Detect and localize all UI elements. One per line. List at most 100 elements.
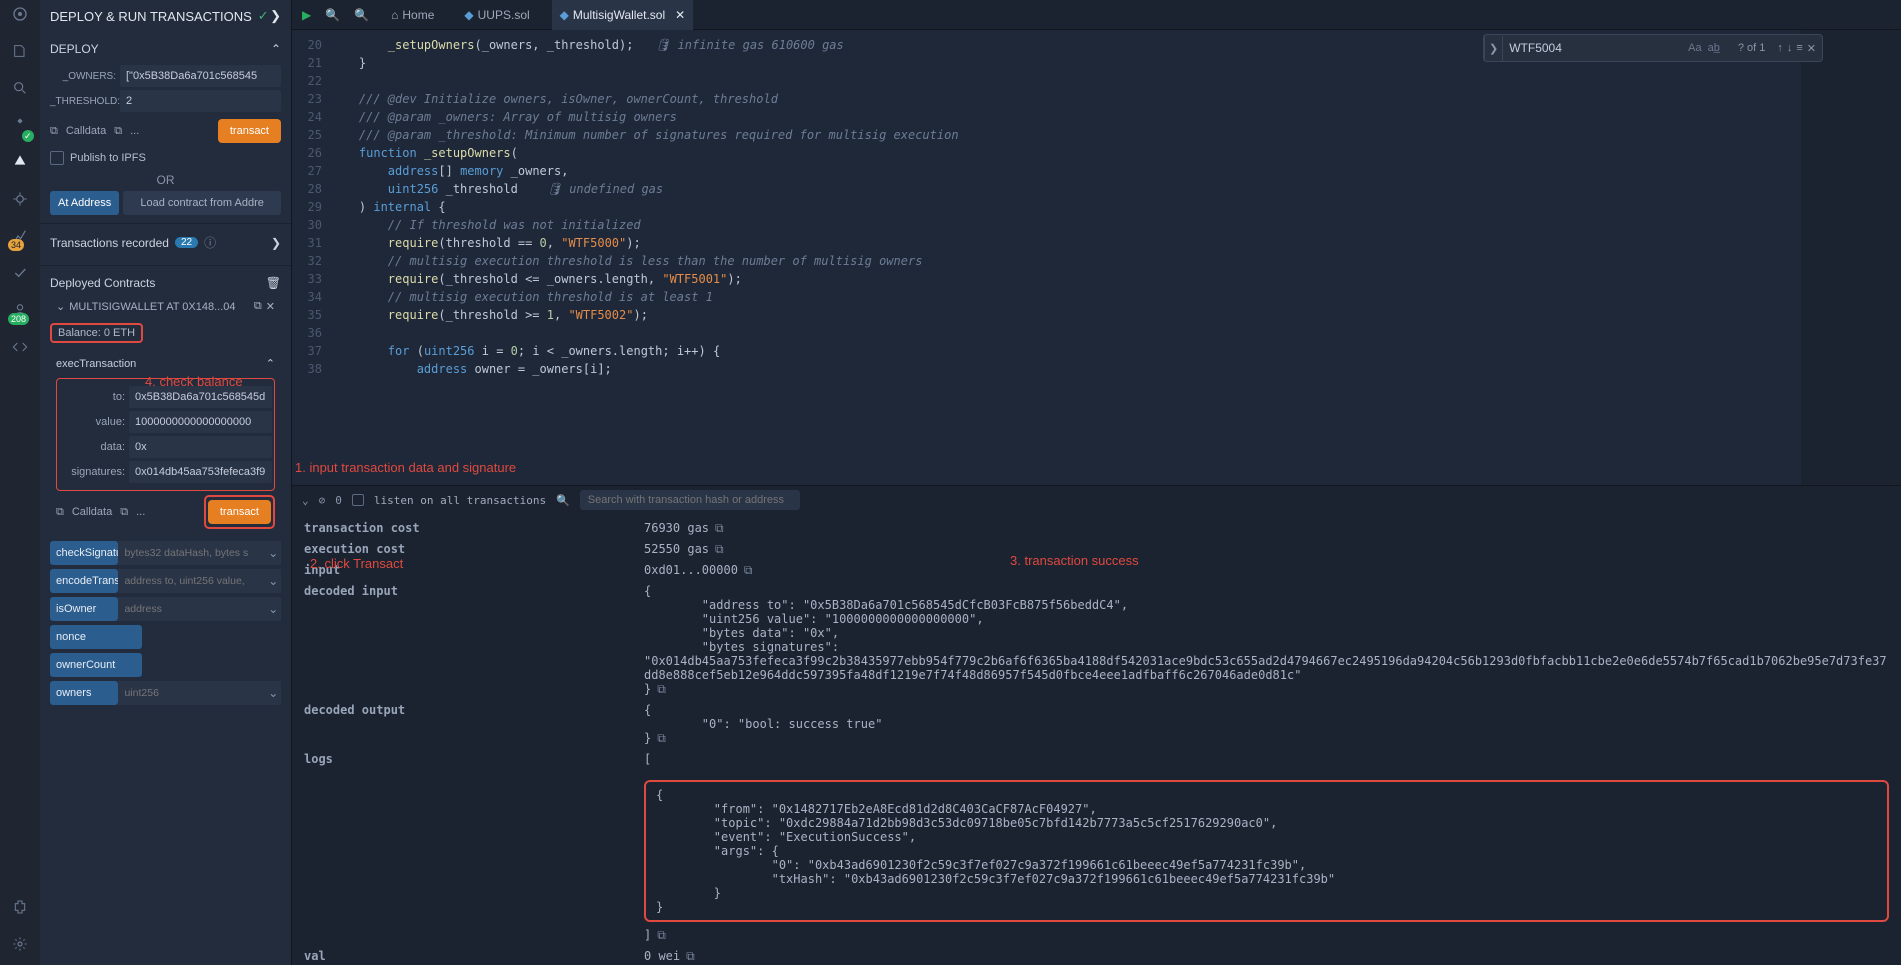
- search-icon[interactable]: 🔍: [556, 494, 570, 507]
- terminal-row: ]⧉: [304, 925, 1889, 946]
- deploy-section-title[interactable]: DEPLOY ⌃: [50, 36, 281, 62]
- zoom-in-icon[interactable]: 🔍: [354, 8, 369, 22]
- code-icon[interactable]: [12, 339, 28, 358]
- panel-expand-icon[interactable]: ❯: [270, 8, 281, 24]
- debugger-icon[interactable]: [12, 191, 28, 210]
- match-word-toggle[interactable]: ab̲: [1708, 42, 1720, 54]
- terminal-search-input[interactable]: [580, 490, 800, 510]
- deploy-icon[interactable]: [12, 154, 28, 173]
- copy-icon[interactable]: ⧉: [120, 506, 128, 519]
- func-checkSignatu-input[interactable]: [118, 541, 265, 565]
- params-ellipsis[interactable]: ...: [130, 125, 139, 137]
- copy-icon[interactable]: ⧉: [657, 731, 666, 745]
- terminal-row: input0xd01...00000⧉: [304, 560, 1889, 581]
- func-isOwner[interactable]: isOwner: [50, 597, 118, 621]
- close-icon[interactable]: ✕: [266, 300, 275, 313]
- close-find-icon[interactable]: ✕: [1807, 42, 1816, 55]
- contract-instance[interactable]: MULTISIGWALLET AT 0X148...04: [69, 301, 235, 313]
- find-in-selection-icon[interactable]: ≡: [1796, 42, 1802, 54]
- calldata-label[interactable]: Calldata: [72, 506, 112, 518]
- compiler-icon[interactable]: ✓: [12, 117, 28, 136]
- chevron-up-icon[interactable]: ⌃: [266, 357, 275, 370]
- copy-icon[interactable]: ⧉: [686, 949, 695, 963]
- func-nonce[interactable]: nonce: [50, 625, 142, 649]
- to-input[interactable]: 0x5B38Da6a701c568545d: [129, 386, 272, 408]
- chevron-right-icon[interactable]: ❯: [1484, 36, 1503, 61]
- params-ellipsis[interactable]: ...: [136, 506, 145, 518]
- copy-icon[interactable]: ⧉: [50, 125, 58, 138]
- copy-icon[interactable]: ⧉: [657, 682, 666, 696]
- find-input[interactable]: [1503, 41, 1682, 55]
- chevron-down-icon[interactable]: ⌄: [265, 541, 281, 565]
- home-icon: ⌂: [391, 8, 398, 22]
- pending-count: 0: [335, 494, 342, 507]
- plugin-manager-icon[interactable]: [12, 899, 28, 918]
- chevron-down-icon[interactable]: ⌄: [56, 300, 65, 313]
- copy-icon[interactable]: ⧉: [254, 300, 262, 313]
- chevron-down-icon[interactable]: ⌄: [265, 569, 281, 593]
- chevron-down-icon[interactable]: ⌄: [265, 681, 281, 705]
- tab-multisig[interactable]: ◆MultisigWallet.sol✕: [552, 0, 694, 30]
- copy-icon[interactable]: ⧉: [715, 521, 724, 535]
- code-editor[interactable]: 20212223242526272829303132333435363738 _…: [292, 30, 1901, 485]
- run-icon[interactable]: ▶: [302, 8, 311, 22]
- owners-label: _OWNERS:: [50, 71, 120, 82]
- data-input[interactable]: 0x: [129, 436, 272, 458]
- exec-transaction-header[interactable]: execTransaction: [56, 358, 136, 370]
- listen-label: listen on all transactions: [374, 494, 546, 507]
- chevron-right-icon[interactable]: ❯: [271, 236, 281, 250]
- info-icon[interactable]: ⓘ: [204, 234, 216, 251]
- terminal-row: logs[: [304, 749, 1889, 769]
- tab-uups[interactable]: ◆UUPS.sol: [456, 0, 537, 30]
- tx-recorded-row[interactable]: Transactions recorded 22 ⓘ ❯: [50, 228, 281, 257]
- load-contract-input[interactable]: Load contract from Addre: [123, 191, 281, 215]
- func-checkSignatu[interactable]: checkSignatu: [50, 541, 118, 565]
- exec-transact-button[interactable]: transact: [208, 500, 271, 524]
- find-count: ? of 1: [1732, 42, 1772, 54]
- publish-ipfs-label: Publish to IPFS: [70, 152, 146, 164]
- copy-icon[interactable]: ⧉: [114, 125, 122, 138]
- remix-logo-icon[interactable]: [12, 6, 28, 25]
- owners-input[interactable]: ["0x5B38Da6a701c568545: [120, 65, 281, 87]
- tab-home[interactable]: ⌂Home: [383, 0, 442, 30]
- code-lines[interactable]: _setupOwners(_owners, _threshold); 🛢 inf…: [330, 30, 1795, 485]
- copy-icon[interactable]: ⧉: [744, 563, 753, 577]
- copy-icon[interactable]: ⧉: [56, 506, 64, 519]
- trash-icon[interactable]: 🗑: [266, 276, 281, 290]
- chevron-up-icon[interactable]: ⌃: [271, 42, 281, 56]
- match-case-toggle[interactable]: Aa: [1688, 42, 1701, 54]
- threshold-input[interactable]: 2: [120, 90, 281, 112]
- func-ownerCount[interactable]: ownerCount: [50, 653, 142, 677]
- listen-checkbox[interactable]: [352, 494, 364, 506]
- prev-match-icon[interactable]: ↑: [1777, 42, 1783, 54]
- func-isOwner-input[interactable]: [118, 597, 265, 621]
- user-icon[interactable]: 208: [12, 302, 28, 321]
- publish-ipfs-checkbox[interactable]: [50, 151, 64, 165]
- unit-testing-icon[interactable]: [12, 265, 28, 284]
- func-encodeTransa[interactable]: encodeTransa: [50, 569, 118, 593]
- line-gutter: 20212223242526272829303132333435363738: [292, 30, 330, 485]
- transact-button[interactable]: transact: [218, 119, 281, 143]
- deployed-contracts-title: Deployed Contracts 🗑: [50, 270, 281, 296]
- settings-icon[interactable]: [12, 936, 28, 955]
- func-owners[interactable]: owners: [50, 681, 118, 705]
- next-match-icon[interactable]: ↓: [1787, 42, 1793, 54]
- copy-icon[interactable]: ⧉: [715, 542, 724, 556]
- terminal-toggle-icon[interactable]: ⌄: [302, 494, 309, 507]
- copy-icon[interactable]: ⧉: [657, 928, 666, 942]
- chevron-down-icon[interactable]: ⌄: [265, 597, 281, 621]
- analytics-icon[interactable]: 34: [12, 228, 28, 247]
- search-icon[interactable]: [12, 80, 28, 99]
- minimap[interactable]: [1801, 30, 1901, 485]
- calldata-label[interactable]: Calldata: [66, 125, 106, 137]
- zoom-out-icon[interactable]: 🔍: [325, 8, 340, 22]
- close-tab-icon[interactable]: ✕: [675, 8, 685, 22]
- at-address-button[interactable]: At Address: [50, 191, 119, 215]
- value-input[interactable]: 1000000000000000000: [129, 411, 272, 433]
- func-owners-input[interactable]: [118, 681, 265, 705]
- panel-title: DEPLOY & RUN TRANSACTIONS ✓ ❯: [40, 0, 291, 32]
- signatures-input[interactable]: 0x014db45aa753fefeca3f9: [129, 461, 272, 483]
- func-encodeTransa-input[interactable]: [118, 569, 265, 593]
- clear-icon[interactable]: ⊘: [319, 494, 326, 507]
- file-explorer-icon[interactable]: [12, 43, 28, 62]
